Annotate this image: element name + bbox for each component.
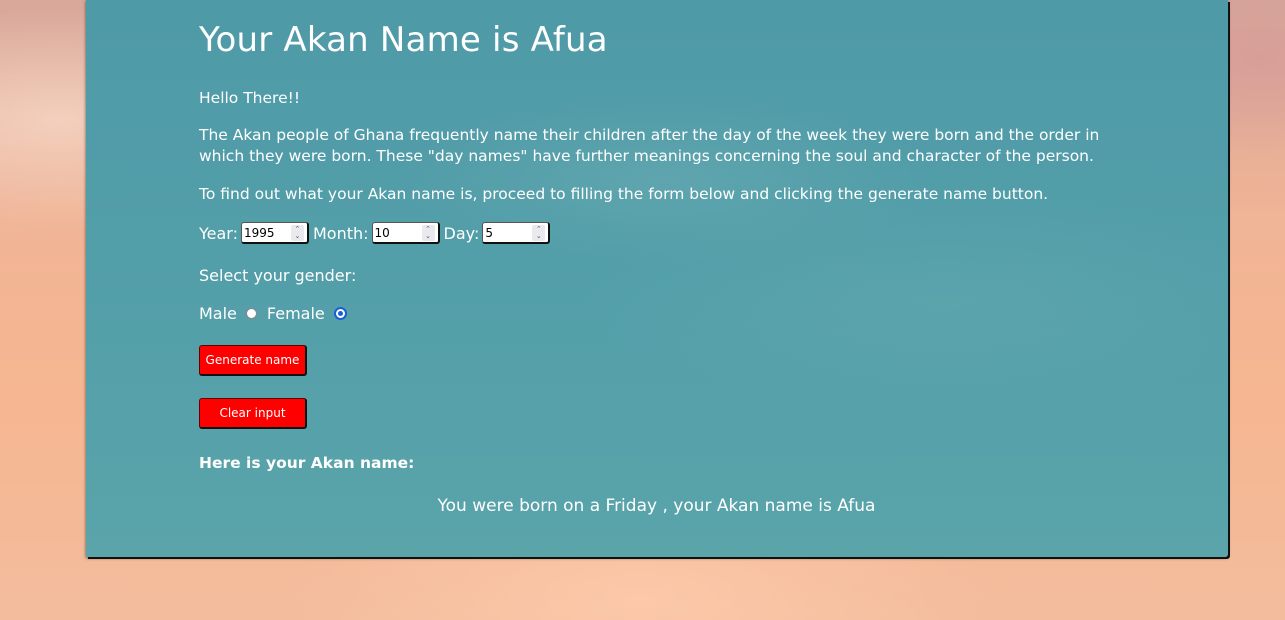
day-value: 5 xyxy=(485,225,493,240)
greeting-text: Hello There!! xyxy=(199,89,301,107)
month-label: Month: xyxy=(312,223,369,243)
page-title: Your Akan Name is Afua xyxy=(199,20,608,60)
day-label: Day: xyxy=(443,223,480,243)
month-value: 10 xyxy=(374,225,390,240)
year-value: 1995 xyxy=(243,225,275,240)
gender-radio-group: Male Female xyxy=(199,304,357,323)
month-spinner-icon[interactable]: ⌃ ⌄ xyxy=(421,224,435,241)
female-radio[interactable] xyxy=(333,307,347,320)
gender-prompt: Select your gender: xyxy=(199,266,357,285)
year-input[interactable]: 1995 ⌃ ⌄ xyxy=(240,222,309,244)
date-input-row: Year: 1995 ⌃ ⌄ Month: 10 ⌃ ⌄ Day: 5 ⌃ ⌄ xyxy=(199,222,554,244)
instructions-text: To find out what your Akan name is, proc… xyxy=(199,185,1049,203)
result-label: Here is your Akan name: xyxy=(199,454,415,472)
day-spinner-icon[interactable]: ⌃ ⌄ xyxy=(532,224,546,241)
year-label: Year: xyxy=(199,223,238,243)
generate-name-button[interactable]: Generate name xyxy=(199,345,307,376)
year-spinner-icon[interactable]: ⌃ ⌄ xyxy=(290,224,304,241)
result-message: You were born on a Friday , your Akan na… xyxy=(437,496,876,516)
main-panel: Your Akan Name is Afua Hello There!! The… xyxy=(86,0,1228,557)
male-radio[interactable] xyxy=(245,308,257,319)
month-input[interactable]: 10 ⌃ ⌄ xyxy=(371,222,440,244)
day-input[interactable]: 5 ⌃ ⌄ xyxy=(482,222,551,244)
female-label: Female xyxy=(266,304,325,323)
clear-input-button[interactable]: Clear input xyxy=(199,398,307,429)
male-label: Male xyxy=(199,304,237,323)
intro-paragraph: The Akan people of Ghana frequently name… xyxy=(199,126,1100,165)
